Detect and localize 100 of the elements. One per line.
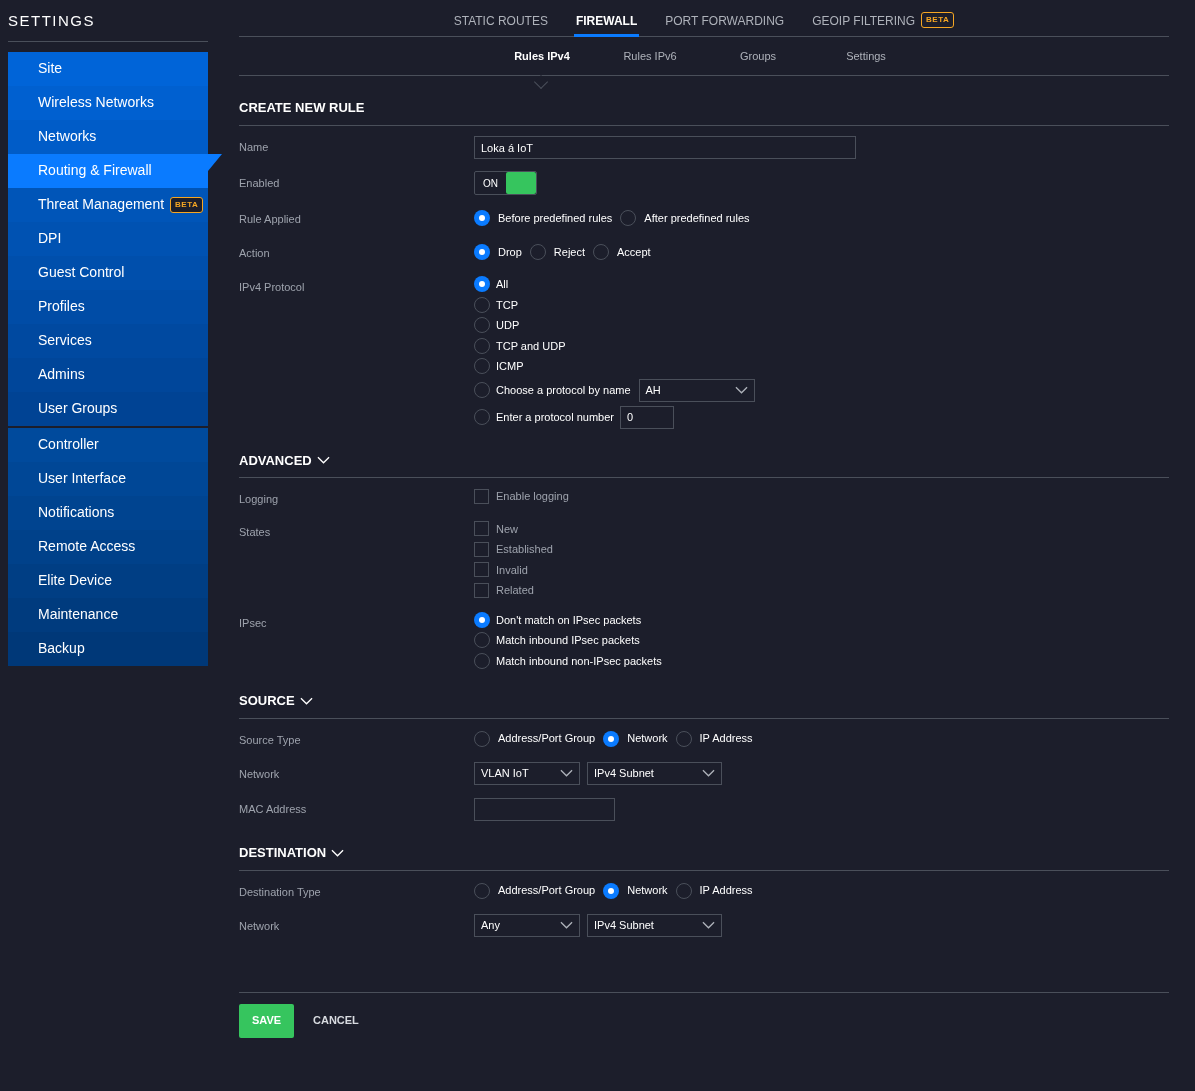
sidebar-item[interactable]: Wireless Networks: [8, 85, 208, 120]
field-label: Rule Applied: [239, 212, 302, 227]
chevron-down-icon: [560, 769, 573, 777]
sub-tab[interactable]: Settings: [836, 47, 896, 65]
top-tab[interactable]: GEOIP FILTERING BETA: [810, 12, 957, 37]
sidebar-item[interactable]: Backup: [8, 631, 208, 666]
sidebar-item-label: Threat Management: [38, 195, 165, 214]
sidebar-item[interactable]: Guest Control: [8, 255, 208, 290]
checkbox[interactable]: [474, 562, 489, 578]
top-tab[interactable]: PORT FORWARDING: [663, 12, 787, 37]
dropdown-value: AH: [645, 382, 661, 398]
sidebar-item[interactable]: Controller: [8, 427, 208, 462]
radio-button[interactable]: [474, 276, 490, 293]
top-tab[interactable]: STATIC ROUTES: [451, 12, 550, 37]
radio-button[interactable]: [474, 611, 490, 628]
sidebar-item[interactable]: Maintenance: [8, 597, 208, 632]
sidebar-item[interactable]: Remote Access: [8, 529, 208, 564]
section-title: CREATE NEW RULE: [239, 99, 365, 117]
sidebar-item[interactable]: Elite Device: [8, 563, 208, 598]
section-title: SOURCE: [239, 692, 295, 710]
option-label: UDP: [496, 318, 520, 333]
radio-button[interactable]: [474, 210, 490, 226]
field-label: Action: [239, 246, 271, 261]
dropdown-value: VLAN IoT: [481, 765, 529, 781]
field-label: Network: [239, 766, 281, 782]
checkbox[interactable]: [474, 521, 489, 537]
field-label: IPv4 Protocol: [239, 280, 306, 295]
dropdown[interactable]: IPv4 Subnet: [587, 913, 722, 937]
option-label: Address/Port Group: [498, 883, 596, 899]
dropdown[interactable]: AH: [638, 378, 755, 402]
option-label: Reject: [553, 244, 586, 260]
option-label: All: [496, 277, 509, 292]
dropdown-value: Any: [481, 917, 500, 933]
top-tab[interactable]: FIREWALL: [573, 12, 640, 37]
sidebar-item[interactable]: Site: [8, 51, 208, 86]
radio-button[interactable]: [603, 730, 620, 747]
option-label: Enter a protocol number: [496, 409, 614, 425]
dropdown-value: IPv4 Subnet: [594, 765, 654, 781]
dropdown-value: IPv4 Subnet: [594, 917, 654, 933]
selection-pointer: [208, 153, 222, 171]
sub-tab[interactable]: Rules IPv6: [620, 47, 680, 65]
sidebar-item[interactable]: User Groups: [8, 391, 208, 426]
option-label: Don't match on IPsec packets: [496, 612, 642, 628]
checkbox[interactable]: [474, 582, 489, 598]
option-label: TCP and UDP: [496, 338, 566, 354]
chevron-down-icon: [734, 386, 748, 394]
sub-tab[interactable]: Groups: [728, 47, 788, 65]
field-label: Enabled: [239, 176, 281, 191]
field-label: Logging: [239, 492, 280, 507]
option-label: IP Address: [699, 731, 753, 747]
option-label: Drop: [498, 244, 522, 260]
sidebar-item[interactable]: User Interface: [8, 461, 208, 496]
toggle-switch[interactable]: ON: [474, 171, 537, 195]
option-label: Address/Port Group: [498, 731, 596, 747]
radio-button[interactable]: [603, 882, 620, 899]
field-label: Name: [239, 139, 270, 155]
option-label: After predefined rules: [644, 210, 750, 226]
field-label: Network: [239, 918, 281, 934]
sidebar-item[interactable]: Profiles: [8, 289, 208, 324]
beta-badge: BETA: [921, 12, 955, 28]
sidebar-item[interactable]: Threat Management BETA: [8, 187, 208, 222]
dropdown[interactable]: IPv4 Subnet: [587, 761, 722, 785]
dropdown[interactable]: Any: [474, 913, 580, 937]
option-label: Invalid: [496, 562, 528, 578]
option-label: TCP: [496, 297, 518, 313]
dropdown[interactable]: VLAN IoT: [474, 761, 580, 785]
section-title: ADVANCED: [239, 451, 312, 470]
sidebar-item[interactable]: Admins: [8, 357, 208, 392]
sidebar-item[interactable]: Networks: [8, 119, 208, 154]
checkbox[interactable]: [474, 488, 489, 504]
sidebar-item[interactable]: Notifications: [8, 495, 208, 530]
sub-tab[interactable]: Rules IPv4: [512, 47, 572, 65]
option-label: Match inbound IPsec packets: [496, 633, 640, 648]
tab-label: GEOIP FILTERING: [812, 13, 916, 30]
option-label: Related: [496, 583, 534, 598]
number-input[interactable]: 0: [620, 405, 674, 429]
chevron-down-icon: [702, 769, 715, 777]
field-label: MAC Address: [239, 801, 308, 817]
field-label: IPsec: [239, 615, 268, 631]
option-label: Choose a protocol by name: [496, 382, 631, 398]
option-label: Established: [496, 542, 553, 557]
sidebar-item[interactable]: DPI: [8, 221, 208, 256]
field-label: Destination Type: [239, 884, 322, 900]
radio-button[interactable]: [474, 244, 490, 260]
checkbox[interactable]: [474, 541, 489, 557]
text-input[interactable]: Loka á IoT: [474, 136, 856, 159]
chevron-down-icon: [702, 921, 715, 929]
option-label: ICMP: [496, 359, 524, 374]
sidebar-title: SETTINGS: [8, 0, 208, 42]
field-label: Source Type: [239, 732, 302, 748]
sidebar-item[interactable]: Services: [8, 323, 208, 358]
section-title: DESTINATION: [239, 844, 327, 862]
field-label: States: [239, 524, 272, 540]
beta-badge: BETA: [170, 196, 204, 213]
option-label: Enable logging: [496, 489, 569, 504]
cancel-button[interactable]: CANCEL: [313, 1012, 359, 1029]
option-label: Accept: [617, 244, 651, 260]
text-input[interactable]: [474, 798, 615, 821]
option-label: Network: [627, 731, 668, 747]
option-label: New: [496, 521, 518, 537]
